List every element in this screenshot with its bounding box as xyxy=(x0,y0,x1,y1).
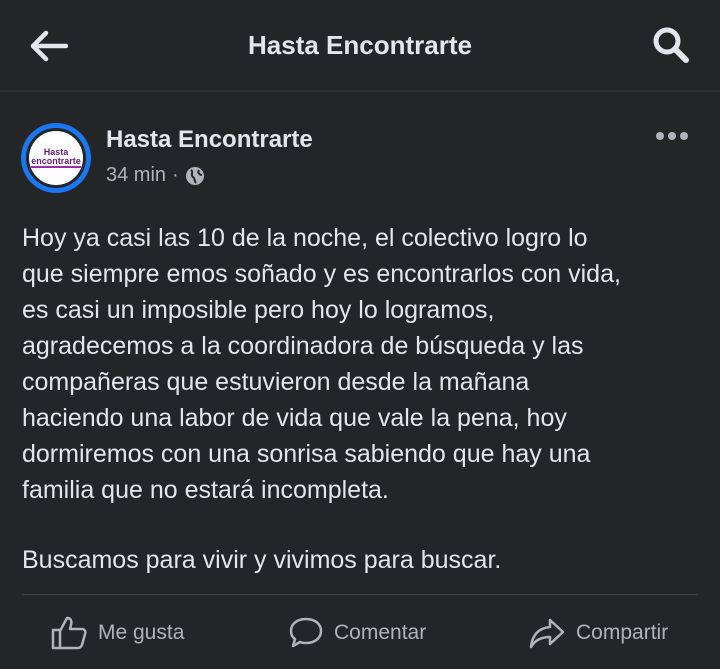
thumbs-up-icon xyxy=(51,616,87,650)
avatar-logo: Hasta encontrarte xyxy=(29,131,83,185)
more-horizontal-icon xyxy=(656,132,688,140)
search-button[interactable] xyxy=(648,22,694,68)
post-actions: Me gusta Comentar Compartir xyxy=(0,608,720,658)
post-meta: 34 min · xyxy=(106,164,205,187)
comment-label: Comentar xyxy=(334,621,427,644)
avatar-logo-line2: encontrarte xyxy=(31,156,81,168)
post-card: Hasta encontrarte Hasta Encontrarte 34 m… xyxy=(0,92,720,669)
top-bar: Hasta Encontrarte xyxy=(0,0,720,92)
meta-separator: · xyxy=(172,164,179,186)
avatar-ring: Hasta encontrarte xyxy=(26,128,86,188)
share-label: Compartir xyxy=(576,621,669,644)
app: Hasta Encontrarte Hasta encontrarte Hast… xyxy=(0,0,720,669)
like-button[interactable]: Me gusta xyxy=(50,608,184,658)
post-tagline: Buscamos para vivir y vivimos para busca… xyxy=(22,546,502,574)
like-label: Me gusta xyxy=(98,621,185,644)
page-title: Hasta Encontrarte xyxy=(248,30,472,60)
globe-icon xyxy=(185,166,204,185)
comment-icon xyxy=(289,617,323,648)
avatar[interactable]: Hasta encontrarte xyxy=(21,123,91,193)
post-body: Hoy ya casi las 10 de la noche, el colec… xyxy=(22,224,621,504)
search-icon xyxy=(653,27,689,63)
share-button[interactable]: Compartir xyxy=(528,608,668,658)
share-icon xyxy=(529,618,565,649)
post-author[interactable]: Hasta Encontrarte xyxy=(106,126,313,154)
post-time[interactable]: 34 min xyxy=(106,164,166,187)
divider xyxy=(22,594,698,595)
more-options-button[interactable] xyxy=(652,126,692,146)
comment-button[interactable]: Comentar xyxy=(288,608,426,658)
